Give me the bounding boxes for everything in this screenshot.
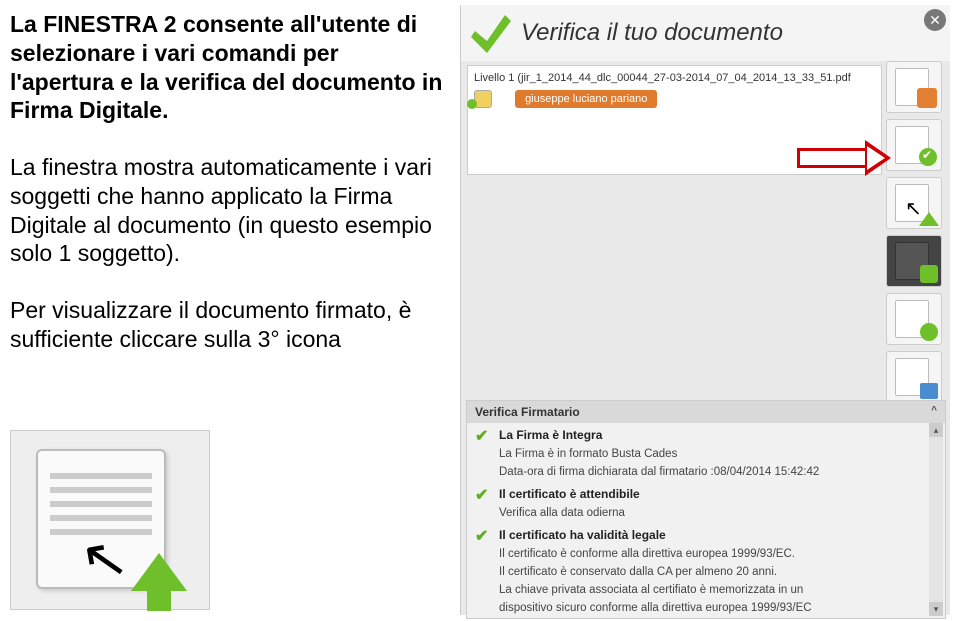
panel-header[interactable]: Verifica Firmatario ^ [467, 401, 945, 423]
row1-sub1: La Firma è in formato Busta Cades [467, 446, 945, 464]
checkmark-icon [471, 13, 511, 53]
cursor-icon: ↖ [905, 196, 922, 221]
toolbar-refresh-button[interactable] [886, 293, 942, 345]
folder-icon [920, 383, 938, 399]
pencil-icon [917, 88, 937, 108]
paragraph-1: La FINESTRA 2 consente all'utente di sel… [10, 10, 445, 125]
verify-signer-panel: Verifica Firmatario ^ La Firma è Integra… [466, 400, 946, 619]
paragraph-3: Per visualizzare il documento firmato, è… [10, 296, 445, 354]
row2-sub1: Verifica alla data odierna [467, 505, 945, 523]
side-toolbar: ↖ [886, 61, 944, 403]
open-document-illustration: ↖ [10, 430, 210, 610]
toolbar-open-document-button[interactable]: ↖ [886, 177, 942, 229]
toolbar-verify-document-button[interactable] [886, 119, 942, 171]
collapse-icon[interactable]: ^ [931, 405, 937, 419]
row-cert-trusted: Il certificato è attendibile [467, 482, 945, 505]
scroll-up-button[interactable]: ▴ [929, 423, 943, 437]
toolbar-edit-document-button[interactable] [886, 61, 942, 113]
row-cert-legal: Il certificato ha validità legale [467, 523, 945, 546]
scroll-down-button[interactable]: ▾ [929, 602, 943, 616]
check-icon [475, 428, 491, 444]
panel-header-text: Verifica Firmatario [475, 405, 580, 419]
callout-arrow [797, 140, 892, 176]
row3-sub1: Il certificato è conforme alla direttiva… [467, 546, 945, 564]
row3-title: Il certificato ha validità legale [499, 528, 666, 542]
row2-title: Il certificato è attendibile [499, 487, 640, 501]
row3-sub4: dispositivo sicuro conforme alla diretti… [467, 600, 945, 618]
open-arrow-icon [919, 212, 939, 226]
refresh-icon [920, 323, 938, 341]
window-title: Verifica il tuo documento [521, 19, 940, 47]
title-bar: Verifica il tuo documento [461, 5, 950, 61]
paragraph-2-text: La finestra mostra automaticamente i var… [10, 154, 432, 266]
check-icon [475, 487, 491, 503]
paragraph-3-text: Per visualizzare il documento firmato, è… [10, 297, 411, 352]
save-arrow-icon [920, 265, 938, 283]
instruction-text-block: La FINESTRA 2 consente all'utente di sel… [10, 10, 445, 382]
paragraph-2: La finestra mostra automaticamente i var… [10, 153, 445, 268]
row3-sub2: Il certificato è conservato dalla CA per… [467, 564, 945, 582]
upload-arrow-icon [131, 553, 187, 591]
scrollbar[interactable]: ▴ ▾ [929, 423, 943, 616]
toolbar-save-button[interactable] [886, 235, 942, 287]
paragraph-1-text: La FINESTRA 2 consente all'utente di sel… [10, 11, 442, 123]
tree-level-1[interactable]: Livello 1 (jir_1_2014_44_dlc_00044_27-03… [474, 72, 875, 84]
signer-badge-icon [474, 90, 492, 108]
close-button[interactable]: ✕ [924, 9, 946, 31]
row-signature-integrity: La Firma è Integra [467, 423, 945, 446]
check-icon [919, 148, 937, 166]
row3-sub3: La chiave privata associata al certifiat… [467, 582, 945, 600]
check-icon [475, 528, 491, 544]
row1-title: La Firma è Integra [499, 428, 602, 442]
toolbar-folder-button[interactable] [886, 351, 942, 403]
signer-name[interactable]: giuseppe luciano pariano [515, 90, 657, 108]
row1-sub2: Data-ora di firma dichiarata dal firmata… [467, 464, 945, 482]
